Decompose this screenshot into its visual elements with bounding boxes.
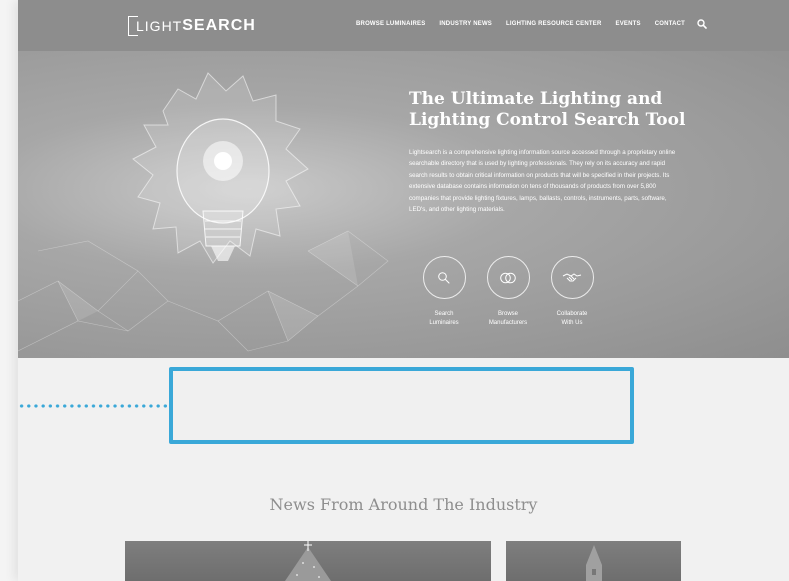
site-logo[interactable]: LIGHT SEARCH — [128, 14, 256, 38]
nav-lighting-resource-center[interactable]: LIGHTING RESOURCE CENTER — [506, 21, 601, 27]
header-bar: LIGHT SEARCH BROWSE LUMINAIRES INDUSTRY … — [18, 0, 789, 51]
logo-text-bold: SEARCH — [182, 17, 256, 34]
nav-browse-luminaires[interactable]: BROWSE LUMINAIRES — [356, 21, 425, 27]
nav-contact[interactable]: CONTACT — [655, 21, 685, 27]
christmas-tree-image — [285, 541, 331, 581]
news-card[interactable] — [506, 541, 681, 581]
feature-collaborate[interactable]: Collaborate With Us — [532, 256, 612, 328]
lightbulb-illustration — [18, 72, 389, 352]
search-icon — [438, 271, 450, 284]
news-section-title: News From Around The Industry — [269, 495, 538, 514]
hero-title-line-1: The Ultimate Lighting and — [409, 89, 663, 109]
feature-label: Collaborate With Us — [556, 311, 588, 326]
hero-section: The Ultimate Lighting and Lighting Contr… — [18, 51, 789, 358]
hero-title: The Ultimate Lighting and Lighting Contr… — [409, 89, 709, 131]
main-nav: BROWSE LUMINAIRES INDUSTRY NEWS LIGHTING… — [356, 19, 707, 29]
nav-events[interactable]: EVENTS — [616, 21, 641, 27]
web-page: LIGHT SEARCH BROWSE LUMINAIRES INDUSTRY … — [18, 0, 789, 581]
overlap-circles-icon — [500, 272, 516, 283]
hero-description: Lightsearch is a comprehensive lighting … — [409, 149, 676, 214]
feature-circle[interactable] — [422, 256, 466, 299]
search-icon[interactable] — [697, 19, 707, 29]
feature-circle[interactable] — [486, 256, 530, 299]
logo-text-light: LIGHT — [136, 18, 183, 34]
news-card[interactable] — [125, 541, 491, 581]
dotted-callout-line — [18, 404, 169, 408]
feature-circle[interactable] — [550, 256, 594, 299]
highlighted-ad-placeholder[interactable] — [169, 367, 634, 444]
handshake-icon — [562, 272, 582, 281]
hero-title-line-2: Lighting Control Search Tool — [409, 110, 686, 130]
church-tower-image — [586, 545, 602, 581]
nav-industry-news[interactable]: INDUSTRY NEWS — [439, 21, 492, 27]
